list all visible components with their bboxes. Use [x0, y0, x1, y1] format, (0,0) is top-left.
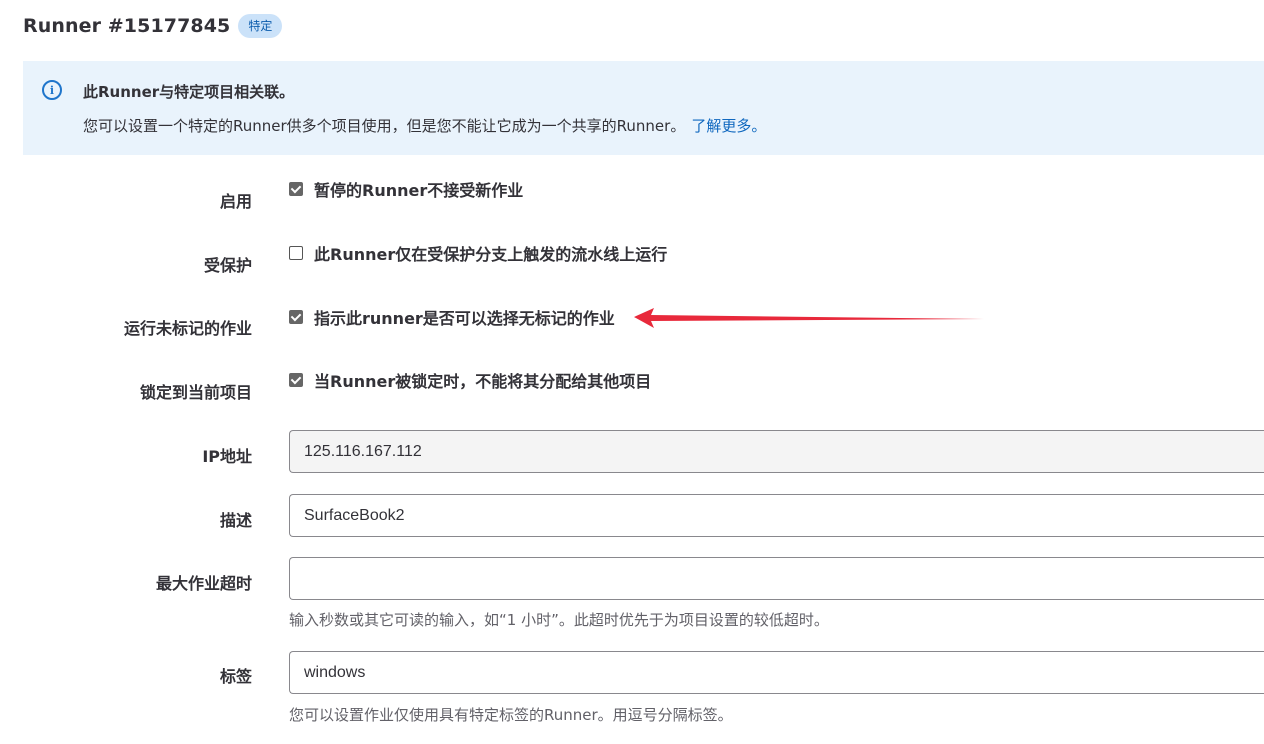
- locked-row: 当Runner被锁定时，不能将其分配给其他项目: [289, 368, 651, 392]
- tags-help-text: 您可以设置作业仅使用具有特定标签的Runner。用逗号分隔标签。: [289, 706, 733, 724]
- timeout-label: 最大作业超时: [155, 574, 252, 593]
- info-alert: i 此Runner与特定项目相关联。 您可以设置一个特定的Runner供多个项目…: [23, 61, 1264, 155]
- untagged-checkbox[interactable]: [289, 310, 303, 324]
- ip-address-field[interactable]: 125.116.167.112: [289, 430, 1264, 473]
- learn-more-link[interactable]: 了解更多。: [691, 117, 766, 135]
- active-checkbox-label[interactable]: 暂停的Runner不接受新作业: [314, 177, 523, 201]
- active-label: 启用: [219, 192, 252, 211]
- untagged-row: 指示此runner是否可以选择无标记的作业: [289, 305, 615, 329]
- alert-title: 此Runner与特定项目相关联。: [83, 83, 295, 101]
- description-input[interactable]: SurfaceBook2: [289, 494, 1264, 537]
- info-icon: i: [42, 80, 62, 100]
- untagged-checkbox-label[interactable]: 指示此runner是否可以选择无标记的作业: [314, 305, 615, 329]
- alert-body: 您可以设置一个特定的Runner供多个项目使用，但是您不能让它成为一个共享的Ru…: [83, 115, 766, 136]
- protected-checkbox-label[interactable]: 此Runner仅在受保护分支上触发的流水线上运行: [314, 241, 667, 265]
- ip-label: IP地址: [202, 447, 252, 466]
- locked-label: 锁定到当前项目: [139, 383, 252, 402]
- active-checkbox[interactable]: [289, 182, 303, 196]
- timeout-input[interactable]: [289, 557, 1264, 600]
- runner-type-badge: 特定: [238, 14, 283, 38]
- page-title: Runner #15177845: [23, 15, 231, 37]
- protected-checkbox[interactable]: [289, 246, 303, 260]
- alert-body-text: 您可以设置一个特定的Runner供多个项目使用，但是您不能让它成为一个共享的Ru…: [83, 117, 686, 135]
- tags-label: 标签: [219, 667, 252, 686]
- timeout-help-text: 输入秒数或其它可读的输入，如“1 小时”。此超时优先于为项目设置的较低超时。: [289, 611, 829, 629]
- locked-checkbox[interactable]: [289, 373, 303, 387]
- active-row: 暂停的Runner不接受新作业: [289, 177, 523, 201]
- protected-label: 受保护: [203, 256, 252, 275]
- annotation-arrow-icon: [634, 308, 984, 328]
- untagged-label: 运行未标记的作业: [123, 319, 252, 338]
- tags-input[interactable]: windows: [289, 651, 1264, 694]
- locked-checkbox-label[interactable]: 当Runner被锁定时，不能将其分配给其他项目: [314, 368, 651, 392]
- protected-row: 此Runner仅在受保护分支上触发的流水线上运行: [289, 241, 667, 265]
- description-label: 描述: [219, 511, 252, 530]
- page-header: Runner #15177845 特定: [23, 11, 283, 41]
